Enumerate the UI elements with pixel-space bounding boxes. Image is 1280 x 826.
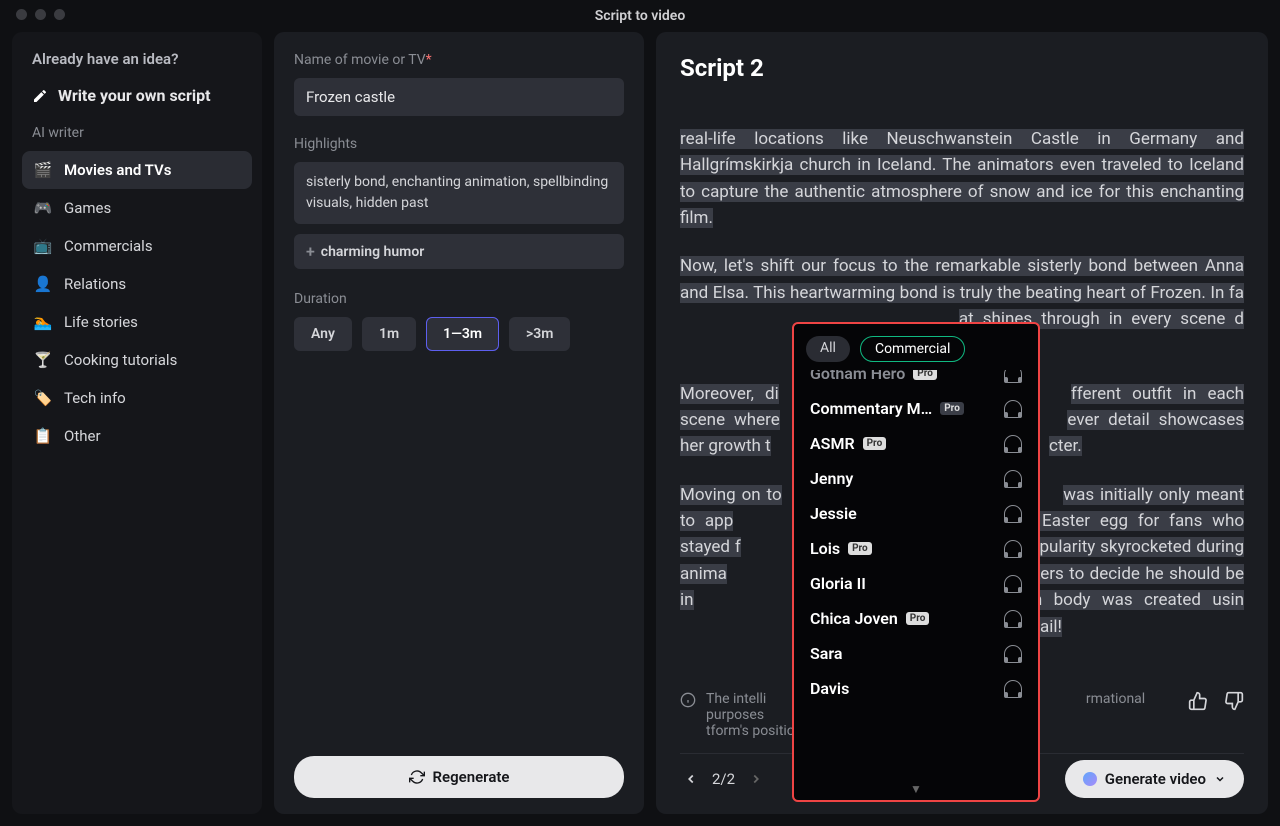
sidebar-item-life[interactable]: 🏊 Life stories <box>22 303 252 341</box>
duration-1m[interactable]: 1m <box>362 317 416 351</box>
minimize-dot[interactable] <box>35 9 46 20</box>
voice-item[interactable]: Sara <box>806 636 1026 671</box>
script-p2a: Now, let's shift our focus to the remark… <box>680 256 1244 302</box>
duration-row: Any 1m 1—3m >3m <box>294 317 624 351</box>
sidebar-item-tech[interactable]: 🏷️ Tech info <box>22 379 252 417</box>
voice-tab-all[interactable]: All <box>806 336 850 362</box>
duration-any[interactable]: Any <box>294 317 352 351</box>
voice-item[interactable]: Jessie <box>806 496 1026 531</box>
scroll-indicator: ▼ <box>806 782 1026 800</box>
voice-tabs: All Commercial <box>806 336 1026 362</box>
script-p1: real-life locations like Neuschwanstein … <box>680 129 1244 228</box>
pencil-icon <box>32 88 48 104</box>
headphone-icon[interactable] <box>1004 435 1022 453</box>
thumbs-up-icon[interactable] <box>1188 691 1208 711</box>
config-panel: Name of movie or TV* Highlights sisterly… <box>274 32 644 814</box>
swimmer-icon: 🏊 <box>34 313 52 331</box>
generate-video-button[interactable]: Generate video <box>1065 760 1244 798</box>
ai-writer-label: AI writer <box>22 125 252 151</box>
sidebar-item-cooking[interactable]: 🍸 Cooking tutorials <box>22 341 252 379</box>
sidebar-item-games[interactable]: 🎮 Games <box>22 189 252 227</box>
headphone-icon[interactable] <box>1004 610 1022 628</box>
prev-button[interactable] <box>680 768 702 790</box>
voice-item[interactable]: Commentary M…Pro <box>806 391 1026 426</box>
headphone-icon[interactable] <box>1004 575 1022 593</box>
maximize-dot[interactable] <box>54 9 65 20</box>
sidebar-item-label: Life stories <box>64 313 138 331</box>
highlights-label: Highlights <box>294 136 624 152</box>
pager: 2/2 <box>680 768 767 790</box>
headphone-icon[interactable] <box>1004 505 1022 523</box>
close-dot[interactable] <box>16 9 27 20</box>
voice-list[interactable]: Gotham HeroProCommentary M…ProASMRProJen… <box>806 370 1026 782</box>
script-p4a: Moving on to <box>680 485 782 505</box>
page-indicator: 2/2 <box>712 770 735 788</box>
tv-icon: 📺 <box>34 237 52 255</box>
sidebar: Already have an idea? Write your own scr… <box>12 32 262 814</box>
film-icon: 🎬 <box>34 161 52 179</box>
sparkle-icon <box>1083 772 1097 786</box>
sidebar-item-movies[interactable]: 🎬 Movies and TVs <box>22 151 252 189</box>
duration-1-3m[interactable]: 1—3m <box>426 317 499 351</box>
plus-icon: + <box>306 242 315 261</box>
next-button[interactable] <box>745 768 767 790</box>
app-window: Script to video Already have an idea? Wr… <box>0 0 1280 826</box>
voice-tab-commercial[interactable]: Commercial <box>860 336 965 362</box>
voice-item[interactable]: Davis <box>806 671 1026 706</box>
name-label: Name of movie or TV* <box>294 52 624 68</box>
gamepad-icon: 🎮 <box>34 199 52 217</box>
sidebar-idea-header: Already have an idea? <box>22 50 252 82</box>
sidebar-item-label: Other <box>64 427 101 445</box>
sidebar-item-label: Commercials <box>64 237 153 255</box>
sidebar-item-label: Cooking tutorials <box>64 351 177 369</box>
add-tag-label: charming humor <box>321 244 424 260</box>
voice-item[interactable]: Gloria II <box>806 566 1026 601</box>
list-icon: 📋 <box>34 427 52 445</box>
regenerate-label: Regenerate <box>433 768 510 786</box>
refresh-icon <box>409 769 425 785</box>
name-input[interactable] <box>294 78 624 116</box>
titlebar: Script to video <box>0 0 1280 32</box>
sidebar-item-label: Games <box>64 199 111 217</box>
duration-label: Duration <box>294 291 624 307</box>
voice-item[interactable]: ASMRPro <box>806 426 1026 461</box>
sidebar-item-commercials[interactable]: 📺 Commercials <box>22 227 252 265</box>
sidebar-item-label: Tech info <box>64 389 126 407</box>
script-p3d: cter. <box>1049 436 1082 456</box>
chevron-down-icon <box>1214 773 1226 785</box>
headphone-icon[interactable] <box>1004 400 1022 418</box>
regenerate-button[interactable]: Regenerate <box>294 756 624 798</box>
cocktail-icon: 🍸 <box>34 351 52 369</box>
sidebar-item-other[interactable]: 📋 Other <box>22 417 252 455</box>
script-title: Script 2 <box>680 54 1244 82</box>
info-icon <box>680 692 696 708</box>
tag-icon: 🏷️ <box>34 389 52 407</box>
voice-item[interactable]: Chica JovenPro <box>806 601 1026 636</box>
voice-item[interactable]: LoisPro <box>806 531 1026 566</box>
traffic-lights <box>16 9 65 20</box>
headphone-icon[interactable] <box>1004 680 1022 698</box>
voice-item[interactable]: Gotham HeroPro <box>806 370 1026 391</box>
write-own-script[interactable]: Write your own script <box>22 82 252 125</box>
voice-item[interactable]: Jenny <box>806 461 1026 496</box>
thumbs-down-icon[interactable] <box>1224 691 1244 711</box>
sidebar-item-relations[interactable]: 👤 Relations <box>22 265 252 303</box>
headphone-icon[interactable] <box>1004 370 1022 383</box>
highlights-box[interactable]: sisterly bond, enchanting animation, spe… <box>294 162 624 224</box>
script-p3a: Moreover, di <box>680 384 779 404</box>
voice-popup: All Commercial Gotham HeroProCommentary … <box>792 322 1040 802</box>
headphone-icon[interactable] <box>1004 645 1022 663</box>
sidebar-item-label: Movies and TVs <box>64 161 171 179</box>
generate-label: Generate video <box>1105 770 1206 788</box>
sidebar-item-label: Relations <box>64 275 126 293</box>
person-icon: 👤 <box>34 275 52 293</box>
window-title: Script to video <box>595 8 686 24</box>
duration-gt3m[interactable]: >3m <box>509 317 570 351</box>
headphone-icon[interactable] <box>1004 540 1022 558</box>
write-own-label: Write your own script <box>58 86 211 105</box>
add-tag-button[interactable]: + charming humor <box>294 234 624 269</box>
headphone-icon[interactable] <box>1004 470 1022 488</box>
